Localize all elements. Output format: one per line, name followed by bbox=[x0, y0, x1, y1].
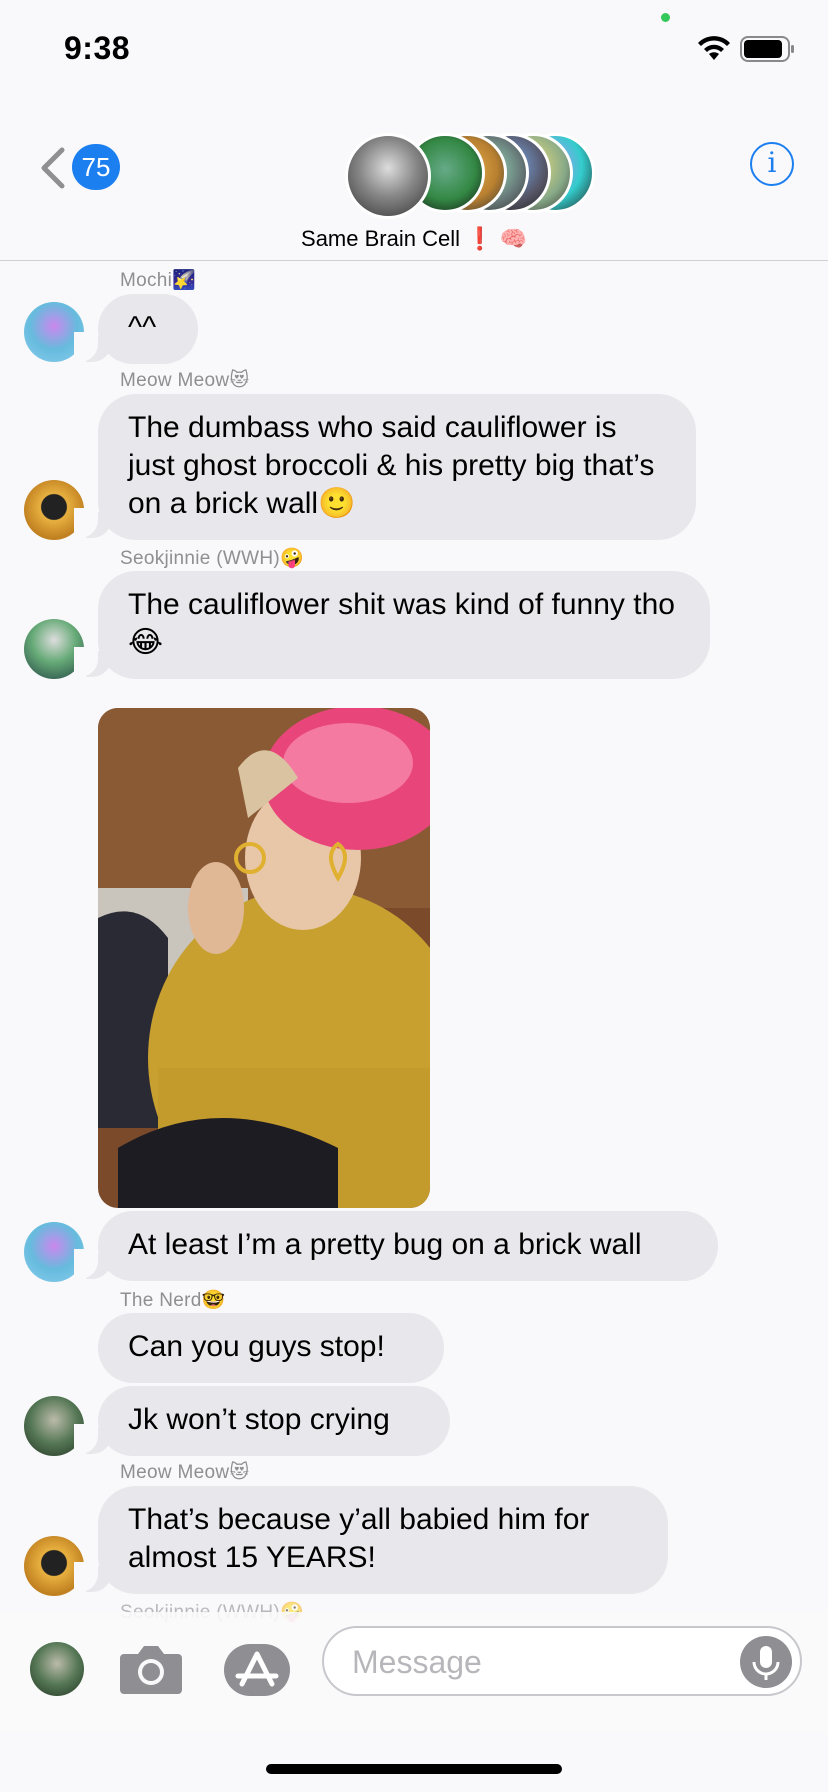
sender-name: The Nerd🤓 bbox=[120, 1290, 226, 1311]
group-avatar-stack[interactable] bbox=[345, 133, 595, 219]
bubble-tail bbox=[74, 508, 112, 538]
message-bubble[interactable]: That’s because y’all babied him for almo… bbox=[98, 1486, 668, 1594]
sender-name: Meow Meow😻 bbox=[120, 370, 250, 391]
compose-bar bbox=[0, 1612, 828, 1732]
member-avatar bbox=[345, 133, 431, 219]
camera-in-use-indicator bbox=[661, 13, 670, 22]
battery-icon bbox=[740, 36, 794, 62]
memoji-avatar[interactable] bbox=[30, 1642, 84, 1696]
message-field[interactable] bbox=[322, 1626, 802, 1696]
message-bubble[interactable]: The cauliflower shit was kind of funny t… bbox=[98, 571, 710, 679]
info-button[interactable]: i bbox=[750, 142, 794, 186]
unread-count-badge: 75 bbox=[72, 144, 120, 190]
conversation-header: 75 Same Brain Cell ❗ 🧠 i bbox=[0, 100, 828, 261]
bubble-tail bbox=[74, 1424, 112, 1454]
message-bubble[interactable]: At least I’m a pretty bug on a brick wal… bbox=[98, 1211, 718, 1281]
status-bar: 9:38 bbox=[0, 0, 828, 100]
back-button[interactable]: 75 bbox=[36, 140, 166, 220]
group-name[interactable]: Same Brain Cell ❗ 🧠 bbox=[0, 226, 828, 252]
message-bubble[interactable]: The dumbass who said cauliflower is just… bbox=[98, 394, 696, 540]
sender-name: Seokjinnie (WWH)🤪 bbox=[120, 548, 304, 569]
image-message[interactable] bbox=[98, 708, 430, 1208]
message-bubble[interactable]: Jk won’t stop crying bbox=[98, 1386, 450, 1456]
app-store-icon bbox=[235, 1651, 279, 1687]
microphone-icon bbox=[752, 1646, 780, 1680]
bubble-tail bbox=[74, 647, 112, 677]
bubble-tail bbox=[74, 1562, 112, 1592]
message-bubble[interactable]: Can you guys stop! bbox=[98, 1313, 444, 1383]
wifi-icon bbox=[698, 36, 730, 60]
dictation-button[interactable] bbox=[740, 1636, 792, 1688]
bubble-tail bbox=[74, 1249, 112, 1279]
message-bubble[interactable]: ^^ bbox=[98, 294, 198, 364]
bubble-tail bbox=[74, 332, 112, 362]
chevron-left-icon bbox=[41, 147, 65, 189]
home-indicator[interactable] bbox=[266, 1764, 562, 1774]
sender-name: Mochi🌠 bbox=[120, 270, 197, 291]
app-store-button[interactable] bbox=[224, 1644, 290, 1696]
status-time: 9:38 bbox=[64, 30, 131, 66]
message-input[interactable] bbox=[350, 1640, 714, 1684]
camera-icon[interactable] bbox=[118, 1640, 184, 1696]
photo-image bbox=[98, 708, 430, 1208]
sender-name: Meow Meow😻 bbox=[120, 1462, 250, 1483]
